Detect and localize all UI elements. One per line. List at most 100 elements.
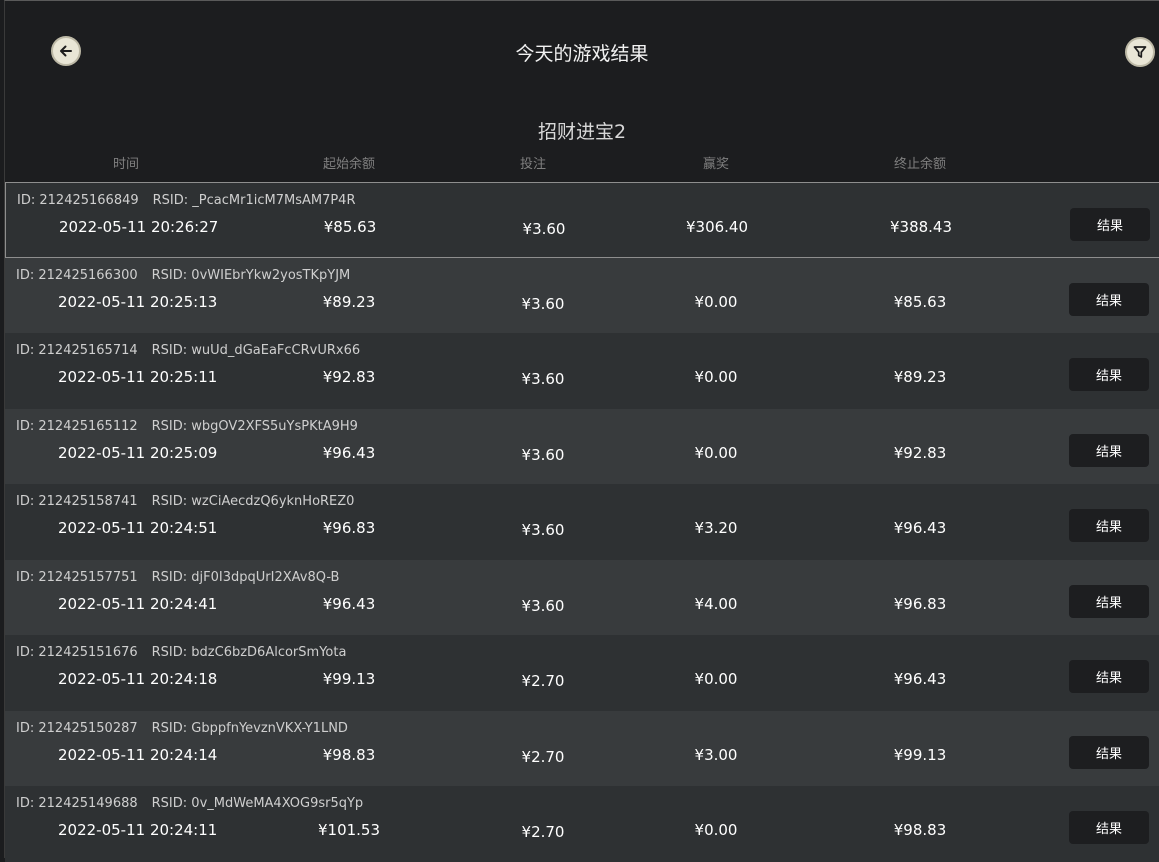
column-header-bet: 投注 <box>519 157 547 172</box>
rsid-label: RSID: <box>151 720 188 736</box>
table-row[interactable]: ID: 212425166300 RSID: 0vWIEbrYkw2yosTKpY… <box>5 257 1159 333</box>
game-name: 招财进宝2 <box>537 121 627 143</box>
row-win: ¥0.00 <box>694 443 738 462</box>
row-win: ¥3.00 <box>694 745 738 764</box>
row-id: 212425166300 <box>38 267 138 283</box>
row-win: ¥0.00 <box>694 821 738 839</box>
row-time: 2022-05-11 20:24:18 <box>58 670 218 688</box>
filter-icon <box>1133 46 1147 58</box>
row-bet: ¥3.60 <box>521 294 565 313</box>
result-button[interactable]: 结果 <box>1070 208 1150 241</box>
rsid-label: RSID: <box>151 645 188 660</box>
header: 今天的游戏结果 <box>5 1 1159 101</box>
column-headers: 时间 起始余额 投注 赢奖 终止余额 <box>5 153 1159 173</box>
table-row[interactable]: ID: 212425165112 RSID: wbgOV2XFS5uYsPKtA9… <box>5 408 1159 484</box>
id-label: ID: <box>16 418 35 434</box>
row-time: 2022-05-11 20:24:41 <box>58 594 218 613</box>
column-header-end-balance: 终止余额 <box>893 157 947 172</box>
row-id-line: ID: 212425151676 RSID: bdzC6bzD6AlcorSmYo… <box>16 645 346 660</box>
result-button[interactable]: 结果 <box>1069 660 1149 693</box>
row-id: 212425157751 <box>38 569 138 585</box>
row-end-balance: ¥92.83 <box>893 443 947 462</box>
row-start-balance: ¥99.13 <box>322 670 376 688</box>
rsid-label: RSID: <box>152 193 189 208</box>
row-id: 212425165112 <box>38 418 138 434</box>
id-label: ID: <box>16 645 35 660</box>
row-end-balance: ¥96.43 <box>893 670 947 688</box>
id-label: ID: <box>17 193 36 208</box>
row-bet: ¥3.60 <box>521 445 565 464</box>
row-end-balance: ¥89.23 <box>893 368 947 386</box>
column-header-win: 赢奖 <box>702 157 730 172</box>
row-start-balance: ¥85.63 <box>323 218 377 236</box>
row-rsid: wbgOV2XFS5uYsPKtA9H9 <box>191 418 358 434</box>
row-time: 2022-05-11 20:26:27 <box>59 218 219 236</box>
row-start-balance: ¥96.43 <box>322 443 376 462</box>
row-start-balance: ¥89.23 <box>322 292 376 311</box>
table-row[interactable]: ID: 212425165714 RSID: wuUd_dGaEaFcCRvURx… <box>5 333 1159 409</box>
row-start-balance: ¥96.83 <box>322 519 376 537</box>
table-row[interactable]: ID: 212425149688 RSID: 0v_MdWeMA4XOG9sr5q… <box>5 786 1159 862</box>
result-button[interactable]: 结果 <box>1069 282 1149 316</box>
row-bet: ¥3.60 <box>521 521 565 539</box>
row-end-balance: ¥85.63 <box>893 292 947 311</box>
row-rsid: bdzC6bzD6AlcorSmYota <box>191 645 347 660</box>
id-label: ID: <box>16 720 35 736</box>
row-rsid: wzCiAecdzQ6yknHoREZ0 <box>191 494 355 509</box>
table-row[interactable]: ID: 212425157751 RSID: djF0I3dpqUrI2XAv8Q… <box>5 559 1159 635</box>
table-row[interactable]: ID: 212425158741 RSID: wzCiAecdzQ6yknHoRE… <box>5 484 1159 560</box>
row-bet: ¥2.70 <box>521 672 565 690</box>
row-time: 2022-05-11 20:25:09 <box>58 443 218 462</box>
result-button[interactable]: 结果 <box>1069 735 1149 769</box>
row-start-balance: ¥101.53 <box>317 821 381 839</box>
result-button[interactable]: 结果 <box>1069 509 1149 542</box>
row-time: 2022-05-11 20:25:13 <box>58 292 218 311</box>
filter-button[interactable] <box>1125 37 1155 67</box>
row-rsid: djF0I3dpqUrI2XAv8Q-B <box>191 569 340 585</box>
row-rsid: GbppfnYevznVKX-Y1LND <box>191 720 348 736</box>
app-window: 今天的游戏结果 招财进宝2 时间 起始余额 投注 赢奖 终止余额 ID: 212… <box>4 0 1159 862</box>
row-bet: ¥3.60 <box>521 596 565 615</box>
page-title: 今天的游戏结果 <box>515 43 649 65</box>
rsid-label: RSID: <box>151 418 188 434</box>
row-end-balance: ¥96.83 <box>893 594 947 613</box>
rsid-label: RSID: <box>151 569 188 585</box>
id-label: ID: <box>16 569 35 585</box>
row-bet: ¥3.60 <box>521 370 565 388</box>
row-end-balance: ¥98.83 <box>893 821 947 839</box>
rsid-label: RSID: <box>151 267 188 283</box>
row-rsid: _PcacMr1icM7MsAM7P4R <box>192 193 356 208</box>
row-id-line: ID: 212425165112 RSID: wbgOV2XFS5uYsPKtA9… <box>16 419 358 434</box>
row-end-balance: ¥96.43 <box>893 519 947 537</box>
row-bet: ¥3.60 <box>522 220 566 238</box>
row-id: 212425150287 <box>38 720 138 736</box>
table-row[interactable]: ID: 212425151676 RSID: bdzC6bzD6AlcorSmYo… <box>5 635 1159 711</box>
row-start-balance: ¥92.83 <box>322 368 376 386</box>
row-id: 212425166849 <box>39 193 139 208</box>
row-start-balance: ¥98.83 <box>322 745 376 764</box>
row-id: 212425151676 <box>38 645 138 660</box>
row-id: 212425158741 <box>38 494 138 509</box>
row-bet: ¥2.70 <box>521 823 565 841</box>
row-end-balance: ¥388.43 <box>889 218 953 236</box>
row-win: ¥0.00 <box>694 368 738 386</box>
row-win: ¥0.00 <box>694 670 738 688</box>
rsid-label: RSID: <box>151 343 188 358</box>
result-button[interactable]: 结果 <box>1069 433 1149 467</box>
row-id-line: ID: 212425158741 RSID: wzCiAecdzQ6yknHoRE… <box>16 494 354 509</box>
result-button[interactable]: 结果 <box>1069 811 1149 844</box>
result-button[interactable]: 结果 <box>1069 584 1149 618</box>
result-button[interactable]: 结果 <box>1069 358 1149 391</box>
id-label: ID: <box>16 796 35 811</box>
row-id-line: ID: 212425166300 RSID: 0vWIEbrYkw2yosTKpY… <box>16 268 350 283</box>
table-row[interactable]: ID: 212425150287 RSID: GbppfnYevznVKX-Y1L… <box>5 710 1159 786</box>
row-id-line: ID: 212425165714 RSID: wuUd_dGaEaFcCRvURx… <box>16 343 360 358</box>
row-id-line: ID: 212425150287 RSID: GbppfnYevznVKX-Y1L… <box>16 721 348 736</box>
row-id-line: ID: 212425166849 RSID: _PcacMr1icM7MsAM7P… <box>17 193 356 208</box>
row-id: 212425149688 <box>38 796 138 811</box>
row-start-balance: ¥96.43 <box>322 594 376 613</box>
row-end-balance: ¥99.13 <box>893 745 947 764</box>
row-win: ¥306.40 <box>685 218 749 236</box>
table-row[interactable]: ID: 212425166849 RSID: _PcacMr1icM7MsAM7P… <box>5 182 1159 258</box>
row-rsid: 0vWIEbrYkw2yosTKpYJM <box>191 267 351 283</box>
